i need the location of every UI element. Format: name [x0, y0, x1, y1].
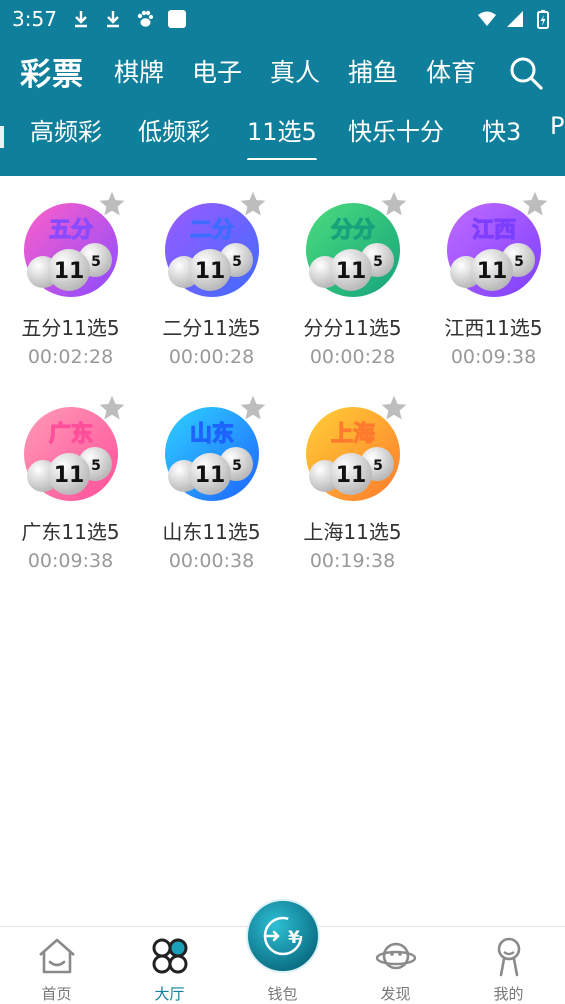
- offscreen-tab-edge: [0, 126, 4, 148]
- tab-chess-cards[interactable]: 棋牌: [114, 53, 164, 89]
- favorite-star-icon[interactable]: [239, 394, 267, 422]
- home-icon: [39, 938, 75, 974]
- game-name: 二分11选5: [162, 316, 261, 340]
- nav-hall-label: 大厅: [154, 985, 185, 1003]
- wifi-icon: [478, 11, 496, 26]
- lottery-number-small: 5: [232, 254, 242, 270]
- lottery-number-small: 5: [514, 254, 524, 270]
- battery-icon: [537, 10, 549, 29]
- lottery-number-small: 5: [373, 254, 383, 270]
- status-bar: 3:57: [0, 0, 565, 38]
- game-badge: 广东: [49, 421, 93, 447]
- profile-icon: [497, 937, 521, 977]
- nav-home[interactable]: 首页: [0, 927, 113, 1004]
- lottery-number: 11: [54, 463, 85, 488]
- game-badge: 山东: [190, 421, 234, 447]
- nav-hall[interactable]: 大厅: [113, 927, 226, 1004]
- status-system-icons: [477, 9, 553, 29]
- lottery-number: 11: [195, 463, 226, 488]
- lottery-number-small: 5: [91, 458, 101, 474]
- nav-discover[interactable]: 发现: [339, 927, 452, 1004]
- download-icon: [74, 11, 87, 28]
- tab-lottery[interactable]: 彩票: [20, 49, 84, 94]
- game-countdown: 00:00:38: [168, 550, 255, 572]
- game-name: 广东11选5: [21, 520, 120, 544]
- lottery-number: 11: [336, 463, 367, 488]
- game-countdown: 00:00:28: [168, 346, 255, 368]
- status-time: 3:57: [12, 7, 57, 31]
- game-card[interactable]: 11 5 分分分分11选5 00:00:28: [282, 176, 423, 380]
- main-category-tabs: 彩票 棋牌 电子 真人 捕鱼 体育: [0, 44, 565, 98]
- game-card[interactable]: 11 5 山东山东11选5 00:00:38: [141, 380, 282, 584]
- subtab-11x5[interactable]: 11选5: [247, 112, 317, 147]
- svg-text:¥: ¥: [288, 928, 300, 948]
- game-card[interactable]: 11 5 五分五分11选5 00:02:28: [0, 176, 141, 380]
- subtab-low-frequency[interactable]: 低频彩: [138, 112, 210, 147]
- game-name: 上海11选5: [303, 520, 402, 544]
- favorite-star-icon[interactable]: [98, 394, 126, 422]
- favorite-star-icon[interactable]: [98, 190, 126, 218]
- favorite-star-icon[interactable]: [380, 394, 408, 422]
- download-icon: [106, 11, 119, 28]
- tab-electronic[interactable]: 电子: [192, 53, 242, 89]
- subtab-k3[interactable]: 快3: [482, 112, 521, 147]
- favorite-star-icon[interactable]: [521, 190, 549, 218]
- lottery-number-small: 5: [373, 458, 383, 474]
- game-countdown: 00:09:38: [27, 550, 114, 572]
- nav-discover-label: 发现: [380, 985, 411, 1003]
- app-square-icon: [167, 10, 186, 28]
- baidu-paw-icon: [137, 10, 153, 27]
- subtab-happy-ten[interactable]: 快乐十分: [348, 112, 444, 147]
- tab-fishing[interactable]: 捕鱼: [348, 53, 398, 89]
- wallet-icon[interactable]: ¥: [245, 898, 321, 974]
- game-badge: 分分: [331, 218, 375, 243]
- tab-sports[interactable]: 体育: [426, 53, 476, 89]
- game-badge: 上海: [331, 421, 375, 447]
- signal-icon: [507, 11, 523, 27]
- game-name: 分分11选5: [303, 316, 402, 340]
- lottery-number: 11: [195, 259, 226, 284]
- lottery-number: 11: [336, 259, 367, 284]
- discover-icon: [375, 942, 417, 970]
- lottery-number-small: 5: [232, 458, 242, 474]
- nav-wallet-label: 钱包: [267, 985, 298, 1003]
- app-header: 3:57 彩票 棋牌 电子 真人 捕鱼 体育 高频彩 低频彩 11选5 快乐十分…: [0, 0, 565, 176]
- game-card[interactable]: 11 5 上海上海11选5 00:19:38: [282, 380, 423, 584]
- game-countdown: 00:00:28: [309, 346, 396, 368]
- lottery-number: 11: [54, 259, 85, 284]
- game-name: 五分11选5: [21, 316, 120, 340]
- nav-profile-label: 我的: [493, 985, 524, 1003]
- game-name: 江西11选5: [444, 316, 543, 340]
- subtab-high-frequency[interactable]: 高频彩: [30, 112, 102, 147]
- subtab-pk10-partial[interactable]: P: [550, 112, 564, 140]
- game-card[interactable]: 11 5 江西江西11选5 00:09:38: [423, 176, 564, 380]
- nav-home-label: 首页: [41, 985, 72, 1003]
- game-card[interactable]: 11 5 广东广东11选5 00:09:38: [0, 380, 141, 584]
- status-notification-icons: [71, 9, 187, 29]
- game-countdown: 00:09:38: [450, 346, 537, 368]
- favorite-star-icon[interactable]: [380, 190, 408, 218]
- game-name: 山东11选5: [162, 520, 261, 544]
- tab-live[interactable]: 真人: [270, 53, 320, 89]
- search-icon[interactable]: [509, 56, 543, 90]
- lottery-number-small: 5: [91, 254, 101, 270]
- hall-icon: [152, 938, 188, 974]
- active-tab-indicator: [247, 158, 317, 160]
- nav-profile[interactable]: 我的: [452, 927, 565, 1004]
- game-badge: 江西: [472, 218, 516, 243]
- sub-category-tabs: 高频彩 低频彩 11选5 快乐十分 快3 P: [0, 104, 565, 160]
- game-badge: 二分: [190, 218, 234, 243]
- game-countdown: 00:19:38: [309, 550, 396, 572]
- game-card[interactable]: 11 5 二分二分11选5 00:00:28: [141, 176, 282, 380]
- game-countdown: 00:02:28: [27, 346, 114, 368]
- lottery-number: 11: [477, 259, 508, 284]
- game-badge: 五分: [49, 218, 93, 243]
- favorite-star-icon[interactable]: [239, 190, 267, 218]
